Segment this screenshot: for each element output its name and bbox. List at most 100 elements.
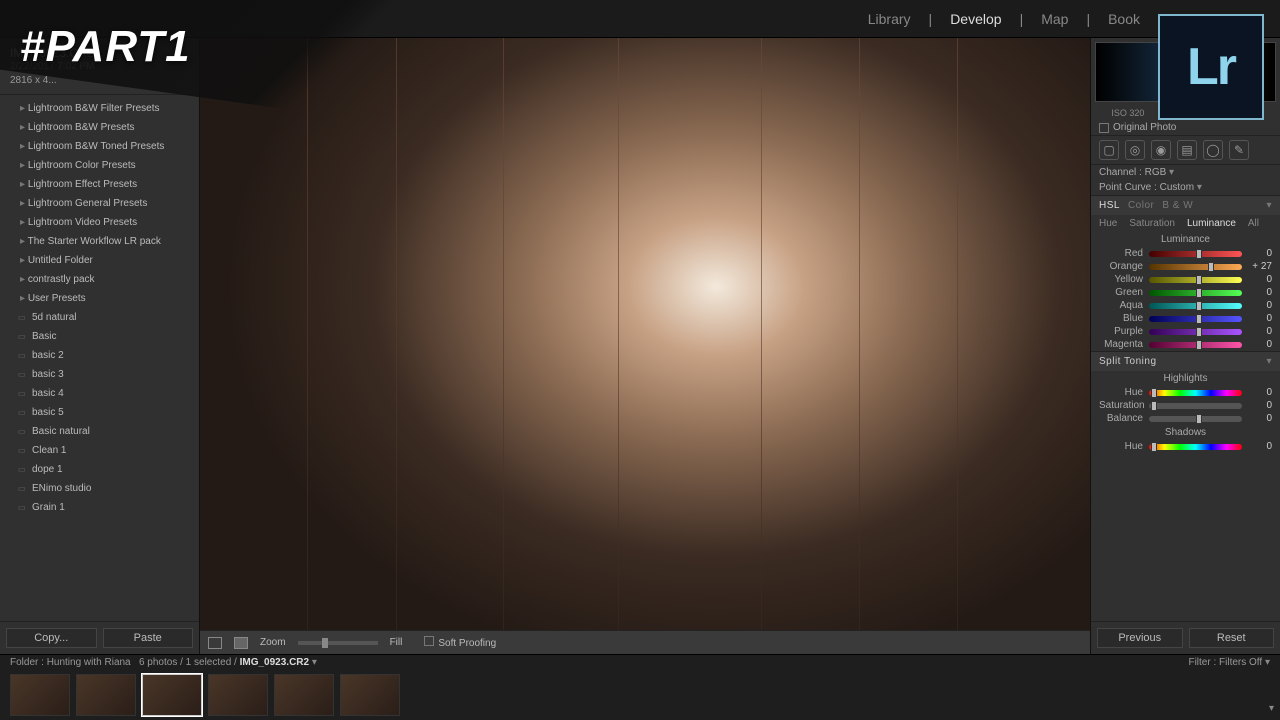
hsl-slider-row: Green0 (1091, 286, 1280, 299)
hsl-subtabs: Hue Saturation Luminance All (1091, 215, 1280, 232)
channel-label: Channel : (1099, 167, 1142, 178)
module-picker: Library | Develop | Map | Book (868, 11, 1140, 27)
filmstrip-crumb[interactable]: Folder : Hunting with Riana 6 photos / 1… (10, 657, 317, 668)
preset-item[interactable]: 5d natural (0, 308, 199, 327)
channel-dropdown[interactable]: RGB (1145, 167, 1174, 178)
spot-tool-icon[interactable]: ◎ (1125, 140, 1145, 160)
hsl-slider-track[interactable] (1149, 303, 1242, 309)
hsl-slider-label: Purple (1099, 326, 1143, 337)
hsl-slider-row: Purple 0 (1091, 325, 1280, 338)
preset-item[interactable]: Grain 1 (0, 498, 199, 517)
split-shue-slider[interactable] (1149, 444, 1242, 450)
hsl-slider-track[interactable] (1149, 290, 1242, 296)
preset-item[interactable]: dope 1 (0, 460, 199, 479)
grad-tool-icon[interactable]: ▤ (1177, 140, 1197, 160)
lightroom-app: Library | Develop | Map | Book IMG_0923.… (0, 0, 1280, 720)
preset-item[interactable]: basic 4 (0, 384, 199, 403)
loupe-view-icon[interactable] (208, 637, 222, 649)
module-map[interactable]: Map (1041, 11, 1068, 27)
module-develop[interactable]: Develop (950, 11, 1001, 27)
image-viewer[interactable] (200, 38, 1090, 630)
hsl-panel-header[interactable]: HSL Color B & W ▾ (1091, 195, 1280, 215)
filmstrip-thumb[interactable] (142, 674, 202, 716)
preset-group[interactable]: Lightroom B&W Filter Presets (0, 99, 199, 118)
split-sat-slider[interactable] (1149, 403, 1242, 409)
preset-group[interactable]: Untitled Folder (0, 251, 199, 270)
zoom-slider[interactable] (298, 641, 378, 645)
filmstrip-thumb[interactable] (76, 674, 136, 716)
copy-button[interactable]: Copy... (6, 628, 97, 648)
hsl-slider-track[interactable] (1149, 277, 1242, 283)
hsl-slider-track[interactable] (1149, 342, 1242, 348)
preset-group[interactable]: Lightroom Color Presets (0, 156, 199, 175)
preset-item[interactable]: Basic natural (0, 422, 199, 441)
split-hue-value: 0 (1248, 387, 1272, 398)
preset-item[interactable]: ENimo studio (0, 479, 199, 498)
filter-control[interactable]: Filter : Filters Off (1188, 657, 1270, 668)
hsl-slider-track[interactable] (1149, 329, 1242, 335)
hsl-toggle-icon[interactable]: ▾ (1266, 200, 1272, 211)
preset-item[interactable]: Clean 1 (0, 441, 199, 460)
pointcurve-dropdown[interactable]: Custom (1160, 182, 1202, 193)
crumb-dropdown-icon[interactable] (312, 657, 317, 668)
previous-button[interactable]: Previous (1097, 628, 1183, 648)
split-hue-label: Hue (1099, 387, 1143, 398)
split-hue-slider[interactable] (1149, 390, 1242, 396)
filmstrip-bar: Folder : Hunting with Riana 6 photos / 1… (0, 655, 1280, 670)
radial-tool-icon[interactable]: ◯ (1203, 140, 1223, 160)
zoom-fill[interactable]: Fill (390, 637, 403, 648)
hsl-slider-track[interactable] (1149, 251, 1242, 257)
saturation-subtab[interactable]: Saturation (1129, 218, 1175, 229)
preset-group[interactable]: contrastly pack (0, 270, 199, 289)
hsl-slider-track[interactable] (1149, 264, 1242, 270)
filmstrip-thumb[interactable] (208, 674, 268, 716)
luminance-subtab[interactable]: Luminance (1187, 218, 1236, 229)
all-subtab[interactable]: All (1248, 218, 1259, 229)
left-panel: IMG_0923.CR2 2/22/2017 7:02 PM 2816 x 4.… (0, 38, 200, 654)
hue-subtab[interactable]: Hue (1099, 218, 1117, 229)
preset-group[interactable]: User Presets (0, 289, 199, 308)
reset-button[interactable]: Reset (1189, 628, 1275, 648)
before-after-icon[interactable] (234, 637, 248, 649)
split-toggle-icon[interactable]: ▾ (1266, 356, 1272, 367)
preset-group[interactable]: Lightroom Video Presets (0, 213, 199, 232)
hsl-slider-track[interactable] (1149, 316, 1242, 322)
viewer-toolbar: Zoom Fill Soft Proofing ▾ (200, 630, 1090, 654)
hsl-slider-value: 0 (1248, 326, 1272, 337)
split-panel-header[interactable]: Split Toning ▾ (1091, 351, 1280, 371)
module-book[interactable]: Book (1108, 11, 1140, 27)
orig-photo-checkbox[interactable] (1099, 123, 1109, 133)
filter-dropdown[interactable]: Filters Off (1219, 657, 1270, 668)
soft-proof-checkbox[interactable] (424, 636, 434, 646)
filmstrip-thumb[interactable] (10, 674, 70, 716)
crop-tool-icon[interactable]: ▢ (1099, 140, 1119, 160)
preset-item[interactable]: basic 5 (0, 403, 199, 422)
hsl-slider-value: 0 (1248, 300, 1272, 311)
hsl-tab[interactable]: HSL (1099, 200, 1120, 211)
hsl-slider-row: Orange+ 27 (1091, 260, 1280, 273)
preset-group[interactable]: Lightroom Effect Presets (0, 175, 199, 194)
module-library[interactable]: Library (868, 11, 911, 27)
split-balance-slider[interactable] (1149, 416, 1242, 422)
preset-item[interactable]: Basic (0, 327, 199, 346)
preset-list[interactable]: Lightroom B&W Filter PresetsLightroom B&… (0, 95, 199, 621)
hsl-slider-value: 0 (1248, 274, 1272, 285)
split-sat-value: 0 (1248, 400, 1272, 411)
preset-group[interactable]: Lightroom General Presets (0, 194, 199, 213)
preset-group[interactable]: The Starter Workflow LR pack (0, 232, 199, 251)
redeye-tool-icon[interactable]: ◉ (1151, 140, 1171, 160)
color-tab[interactable]: Color (1128, 200, 1154, 211)
hsl-slider-label: Magenta (1099, 339, 1143, 350)
preset-group[interactable]: Lightroom B&W Toned Presets (0, 137, 199, 156)
split-balance-label: Balance (1099, 413, 1143, 424)
brush-tool-icon[interactable]: ✎ (1229, 140, 1249, 160)
filmstrip-thumb[interactable] (274, 674, 334, 716)
preset-group[interactable]: Lightroom B&W Presets (0, 118, 199, 137)
hsl-slider-value: 0 (1248, 339, 1272, 350)
toolbar-disclose-icon[interactable]: ▾ (1269, 703, 1274, 714)
preset-item[interactable]: basic 2 (0, 346, 199, 365)
bw-tab[interactable]: B & W (1162, 200, 1193, 211)
preset-item[interactable]: basic 3 (0, 365, 199, 384)
filmstrip-thumb[interactable] (340, 674, 400, 716)
paste-button[interactable]: Paste (103, 628, 194, 648)
